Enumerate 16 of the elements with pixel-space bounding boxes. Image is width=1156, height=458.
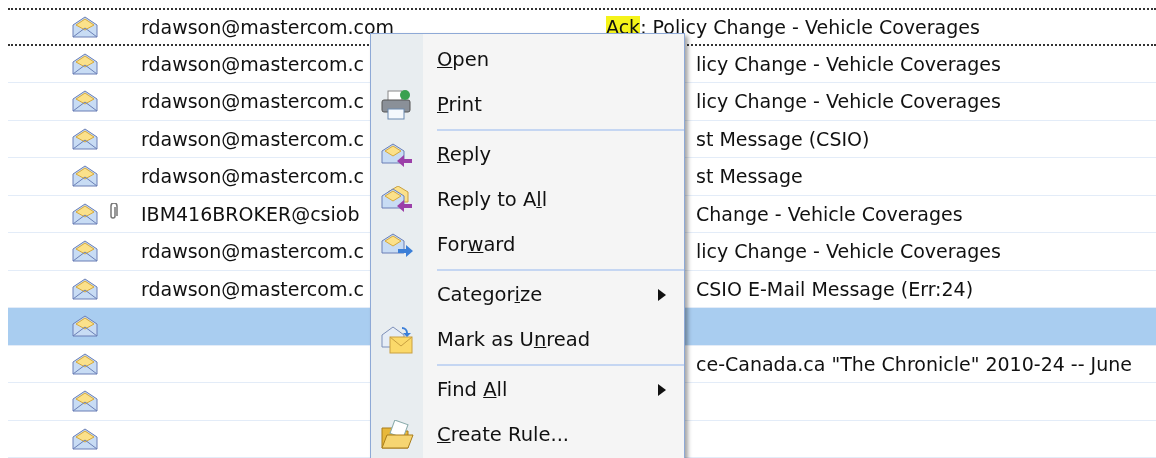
subject-text: st Message (CSIO) <box>696 127 870 150</box>
sender-text: rdawson@mastercom.c <box>141 90 364 113</box>
sender-text: rdawson@mastercom.c <box>141 127 364 150</box>
subject-text: st Message <box>696 165 803 188</box>
sender-text: IBM416BROKER@csiob <box>141 202 360 225</box>
subject-text: licy Change - Vehicle Coverages <box>696 240 1001 263</box>
subject-text: licy Change - Vehicle Coverages <box>696 52 1001 75</box>
subject-text: ce-Canada.ca "The Chronicle" 2010-24 -- June <box>696 352 1132 375</box>
sender-text: rdawson@mastercom.c <box>141 165 364 188</box>
sender-text: rdawson@mastercom.c <box>141 52 364 75</box>
subject-text: licy Change - Vehicle Coverages <box>696 90 1001 113</box>
sender-text: rdawson@mastercom.c <box>141 240 364 263</box>
subject-text: CSIO E-Mail Message (Err:24) <box>696 277 974 300</box>
sender-text: rdawson@mastercom.c <box>141 277 364 300</box>
sender-text: rdawson@mastercom.com <box>141 15 395 38</box>
subject-text: Change - Vehicle Coverages <box>696 202 963 225</box>
